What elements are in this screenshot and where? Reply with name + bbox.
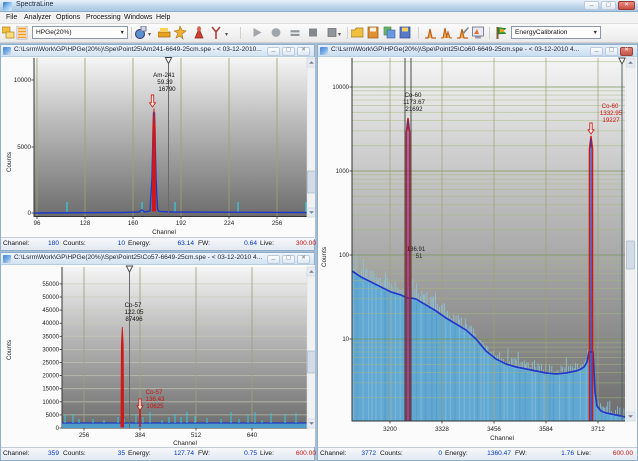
svg-text:100: 100 <box>339 253 350 259</box>
svg-text:Am-241: Am-241 <box>153 72 175 79</box>
svg-text:55000: 55000 <box>42 282 59 288</box>
svg-text:256: 256 <box>79 432 90 439</box>
svg-text:Counts: Counts <box>6 340 13 360</box>
svg-text:21692: 21692 <box>405 106 423 113</box>
svg-text:45000: 45000 <box>42 308 59 314</box>
svg-text:87496: 87496 <box>125 316 143 323</box>
svg-text:384: 384 <box>135 432 146 439</box>
svg-text:1000: 1000 <box>336 169 350 175</box>
svg-text:3584: 3584 <box>539 426 553 433</box>
svg-text:1332.95: 1332.95 <box>600 110 623 117</box>
svg-text:0: 0 <box>28 210 32 217</box>
svg-text:20000: 20000 <box>42 374 59 380</box>
svg-text:51: 51 <box>416 254 423 260</box>
svg-text:3200: 3200 <box>383 426 397 433</box>
svg-text:96: 96 <box>34 220 41 227</box>
svg-text:40000: 40000 <box>42 321 59 327</box>
svg-text:3328: 3328 <box>435 426 449 433</box>
svg-text:224: 224 <box>224 220 235 227</box>
svg-text:512: 512 <box>191 432 202 439</box>
svg-text:3712: 3712 <box>591 426 605 433</box>
svg-text:Co-60: Co-60 <box>405 92 422 99</box>
svg-text:10000: 10000 <box>14 77 32 84</box>
svg-text:Counts: Counts <box>6 152 13 172</box>
svg-text:Channel: Channel <box>152 229 176 236</box>
svg-text:Co-57: Co-57 <box>125 302 142 309</box>
svg-text:122.05: 122.05 <box>125 309 144 316</box>
svg-text:30000: 30000 <box>42 347 59 353</box>
svg-text:136.43: 136.43 <box>146 396 165 403</box>
svg-text:128: 128 <box>80 220 91 227</box>
svg-text:16790: 16790 <box>158 86 176 93</box>
svg-text:Channel: Channel <box>490 435 514 442</box>
svg-text:3456: 3456 <box>487 426 501 433</box>
svg-text:15000: 15000 <box>42 387 59 393</box>
svg-text:192: 192 <box>176 220 187 227</box>
svg-text:10000: 10000 <box>332 85 349 91</box>
svg-text:Co-60: Co-60 <box>602 103 619 110</box>
svg-text:Channel: Channel <box>173 440 197 447</box>
svg-text:10: 10 <box>342 337 349 343</box>
svg-text:19227: 19227 <box>602 117 620 124</box>
svg-text:50000: 50000 <box>42 295 59 301</box>
svg-text:5000: 5000 <box>17 144 31 151</box>
svg-text:Counts: Counts <box>321 247 328 267</box>
svg-text:5000: 5000 <box>46 413 60 419</box>
svg-text:10000: 10000 <box>42 400 59 406</box>
svg-text:160: 160 <box>128 220 139 227</box>
svg-text:640: 640 <box>247 432 258 439</box>
svg-text:35000: 35000 <box>42 334 59 340</box>
svg-text:10625: 10625 <box>146 403 164 410</box>
svg-text:Co-57: Co-57 <box>146 389 163 396</box>
svg-text:1173.67: 1173.67 <box>403 99 425 106</box>
svg-text:59.39: 59.39 <box>157 79 173 86</box>
svg-text:256: 256 <box>272 220 283 227</box>
svg-text:136.91: 136.91 <box>407 247 426 253</box>
svg-text:25000: 25000 <box>42 361 59 367</box>
